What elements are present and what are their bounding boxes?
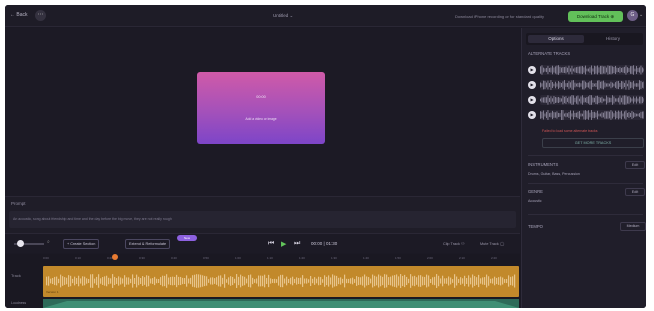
mini-waveform [540,110,644,120]
play-icon[interactable]: ▶ [528,111,536,119]
genre-title: GENRE [528,189,543,194]
avatar[interactable]: G [627,10,638,21]
alternate-track-row[interactable]: ▶ [528,80,644,90]
new-badge: New [177,235,197,241]
lane-label: Loudness [11,301,27,305]
alternate-tracks-title: ALTERNATE TRACKS [528,51,571,56]
clip-track-label: Clip Track [443,242,460,246]
extend-reformulate-button[interactable]: Extend & Reformulate [125,239,171,249]
tick-label: 1:20 [299,256,305,260]
mini-waveform [540,80,644,90]
clip-track-button[interactable]: Clip Track ⚇ [443,241,464,246]
timeline: 0:00 0:10 0:20 0:30 0:40 0:50 1:00 1:10 … [5,254,520,308]
zoom-slider-handle[interactable] [17,240,24,247]
edit-genre-button[interactable]: Edit [625,188,645,196]
top-bar: ← Back ⋯ Untitled ⌄ Download iPhone reco… [5,5,646,27]
card-subtitle: Add a video or image [245,117,277,121]
instruments-value: Drums, Guitar, Bass, Percussion [528,172,580,176]
tab-history[interactable]: History [585,35,641,43]
tick-label: 1:10 [267,256,273,260]
time-total: 01:30 [325,241,338,246]
prompt-panel: Prompt An acoustic, song about friendshi… [5,196,520,233]
project-title[interactable]: Untitled ⌄ [273,13,293,19]
divider [528,214,643,215]
back-button[interactable]: ← Back [10,12,28,18]
tick-label: 0:30 [139,256,145,260]
prompt-text: An acoustic, song about friendship and t… [13,217,172,221]
play-icon[interactable]: ▶ [528,96,536,104]
menu-icon[interactable]: ⋯ [35,10,46,21]
tick-label: 1:40 [363,256,369,260]
play-icon[interactable]: ▶ [528,81,536,89]
mini-waveform [540,65,644,75]
divider [528,155,643,156]
preview-area: 00:00 Add a video or image [5,28,520,196]
play-icon[interactable]: ▶ [281,240,286,248]
instruments-title: INSTRUMENTS [528,162,559,167]
mute-track-label: Mute Track [480,242,499,246]
waveform [46,274,516,288]
alternate-track-row[interactable]: ▶ [528,110,644,120]
genre-value: Acoustic [528,199,542,203]
alternate-track-row[interactable]: ▶ [528,65,644,75]
edit-instruments-button[interactable]: Edit [625,161,645,169]
tick-label: 2:20 [491,256,497,260]
create-section-button[interactable]: + Create Section [63,239,100,249]
prompt-label: Prompt [11,201,26,206]
get-more-tracks-button[interactable]: GET MORE TRACKS [542,138,644,148]
tempo-title: TEMPO [528,224,543,229]
tick-label: 2:10 [459,256,465,260]
playback-controls: ⌕ + Create Section Extend & Reformulate … [5,233,520,253]
play-icon[interactable]: ▶ [528,66,536,74]
card-title: 00:00 [256,95,266,99]
tempo-select[interactable]: Medium [620,222,646,231]
tick-label: 1:00 [235,256,241,260]
tick-label: 0:10 [75,256,81,260]
tick-label: 1:30 [331,256,337,260]
fast-forward-icon[interactable]: ⏭ [294,240,300,248]
tick-label: 2:00 [427,256,433,260]
video-card[interactable]: 00:00 Add a video or image [197,72,325,144]
audio-track[interactable]: Version 1 [43,266,519,297]
playhead-handle[interactable] [112,254,118,260]
right-sidebar: Options History ALTERNATE TRACKS ▶ ▶ ▶ ▶… [521,28,646,308]
tab-options[interactable]: Options [528,35,584,43]
quality-notice: Download iPhone recording or for standar… [455,14,544,19]
automation-lane[interactable] [43,299,519,308]
tick-label: 0:00 [43,256,49,260]
app-window: ← Back ⋯ Untitled ⌄ Download iPhone reco… [5,5,646,308]
track-name: Version 1 [46,290,59,294]
tick-label: 0:50 [203,256,209,260]
rewind-icon[interactable]: ⏮ [268,240,274,248]
more-options-icon[interactable]: ⌄ [639,12,643,18]
time-display: 00:00 | 01:30 [311,241,338,246]
time-current: 00:00 [311,241,323,246]
divider [528,183,643,184]
download-track-button[interactable]: Download Track ⊕ [568,11,623,22]
track-label: Track [11,273,21,278]
mute-track-button[interactable]: Mute Track ◯ [480,241,504,246]
warning-text: Failed to load some alternate tracks [542,129,598,133]
automation-curve [43,301,519,308]
sidebar-tabs: Options History [526,33,643,45]
mini-waveform [540,95,644,105]
prompt-input[interactable]: An acoustic, song about friendship and t… [9,211,516,228]
zoom-icon[interactable]: ⌕ [47,239,50,245]
alternate-track-row[interactable]: ▶ [528,95,644,105]
tick-label: 1:50 [395,256,401,260]
tick-label: 0:40 [171,256,177,260]
